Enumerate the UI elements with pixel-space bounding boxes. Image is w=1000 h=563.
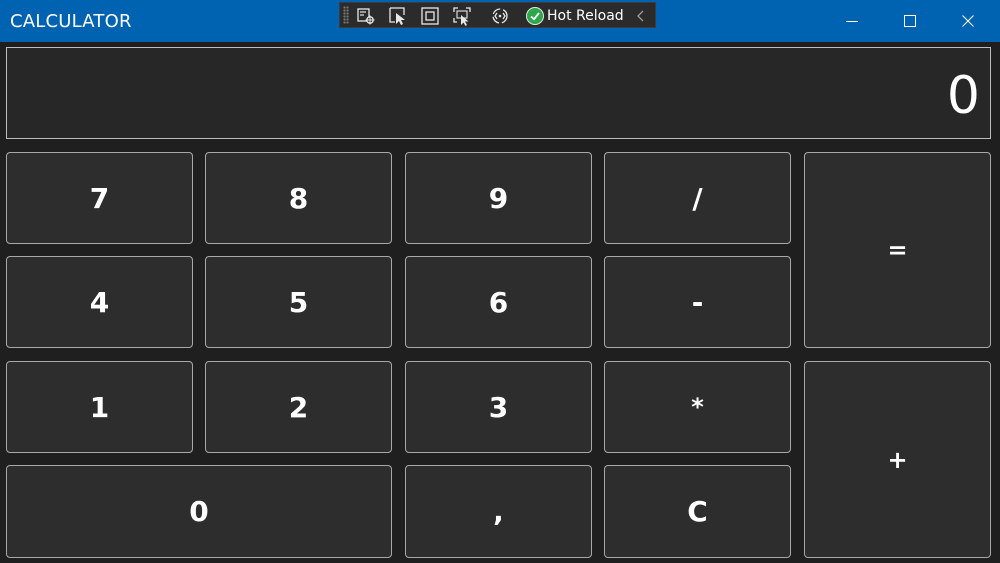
display-value: 0 <box>946 66 980 126</box>
key-two-button[interactable]: 2 <box>205 361 392 453</box>
calculator-window: CALCULATOR Hot Reload 0 7 8 9 / = 4 5 6 … <box>0 0 1000 563</box>
maximize-icon <box>904 15 916 27</box>
display-layout-adorners-icon[interactable] <box>420 6 440 26</box>
track-focus-icon[interactable] <box>452 6 472 26</box>
result-display: 0 <box>6 47 991 139</box>
collapse-toolbar-chevron-left-icon[interactable] <box>635 8 647 24</box>
app-title: CALCULATOR <box>10 11 132 32</box>
minimize-icon <box>846 21 858 22</box>
equals-button[interactable]: = <box>804 152 991 348</box>
minus-button[interactable]: - <box>604 256 791 348</box>
key-nine-button[interactable]: 9 <box>405 152 592 244</box>
key-eight-button[interactable]: 8 <box>205 152 392 244</box>
select-element-icon[interactable] <box>388 6 408 26</box>
comma-button[interactable]: , <box>405 465 592 558</box>
key-three-button[interactable]: 3 <box>405 361 592 453</box>
plus-button[interactable]: + <box>804 361 991 558</box>
live-visual-tree-icon[interactable] <box>356 6 376 26</box>
multiply-button[interactable]: * <box>604 361 791 453</box>
clear-button[interactable]: C <box>604 465 791 558</box>
title-bar[interactable]: CALCULATOR Hot Reload <box>0 0 1000 42</box>
toolbar-grip[interactable] <box>343 6 349 24</box>
divide-button[interactable]: / <box>604 152 791 244</box>
minimize-button[interactable] <box>823 0 881 42</box>
key-four-button[interactable]: 4 <box>6 256 193 348</box>
key-seven-button[interactable]: 7 <box>6 152 193 244</box>
close-button[interactable] <box>939 0 997 42</box>
hot-reload-label: Hot Reload <box>547 8 624 24</box>
key-six-button[interactable]: 6 <box>405 256 592 348</box>
maximize-button[interactable] <box>881 0 939 42</box>
key-five-button[interactable]: 5 <box>205 256 392 348</box>
xaml-binding-icon[interactable] <box>490 6 510 26</box>
hot-reload-button[interactable]: Hot Reload <box>526 6 624 26</box>
hot-reload-check-icon <box>526 7 544 25</box>
key-one-button[interactable]: 1 <box>6 361 193 453</box>
close-icon <box>962 15 974 27</box>
xaml-debug-toolbar: Hot Reload <box>339 2 656 28</box>
key-zero-button[interactable]: 0 <box>6 465 392 558</box>
